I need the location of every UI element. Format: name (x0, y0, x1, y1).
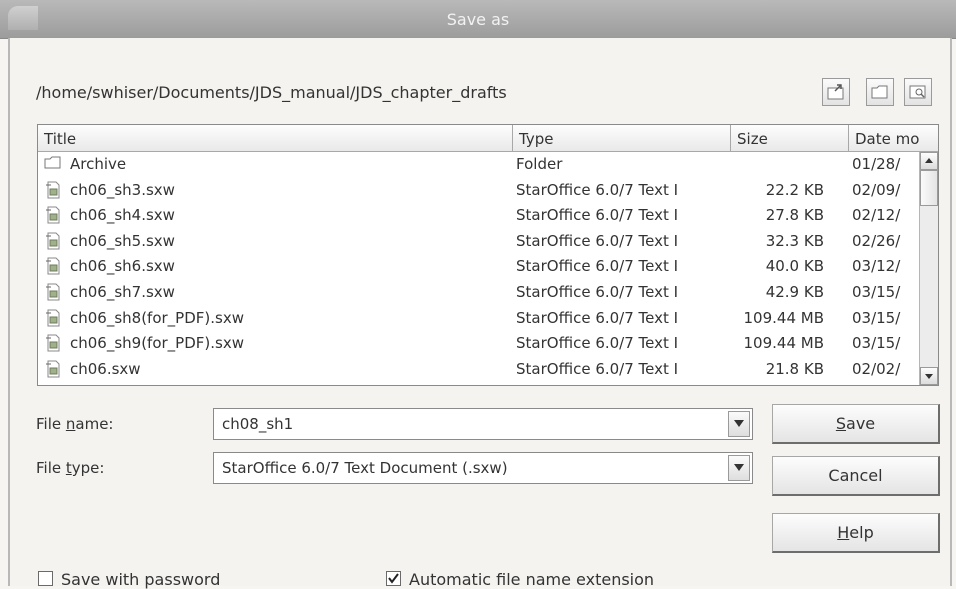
file-size: 40.0 KB (765, 257, 824, 276)
file-name: ch06_sh4.sxw (70, 206, 175, 225)
text-document-icon (46, 360, 60, 378)
file-size: 109.44 MB (743, 334, 825, 353)
file-size: 22.2 KB (765, 180, 824, 199)
file-row[interactable]: ch06_sh4.sxw StarOffice 6.0/7 Text I 27.8 … (38, 204, 918, 225)
text-document-icon (46, 257, 60, 275)
file-date: 03/15/ (852, 308, 901, 327)
scroll-thumb[interactable] (920, 170, 938, 206)
chevron-down-icon (734, 420, 744, 427)
file-date: 03/12/ (852, 257, 901, 276)
file-size: 42.9 KB (765, 283, 824, 301)
save-with-password-checkbox[interactable]: Save with password (38, 570, 220, 589)
file-type-value: StarOffice 6.0/7 Text Document (.sxw) (222, 459, 508, 477)
file-name: Archive (70, 155, 127, 173)
file-name: ch06.sxw (70, 359, 141, 378)
file-type: StarOffice 6.0/7 Text I (516, 206, 679, 225)
file-name: ch06_sh5.sxw (70, 231, 175, 250)
text-document-icon (46, 334, 60, 352)
file-name-label: File name: (36, 415, 114, 433)
save-button[interactable]: Save (772, 404, 940, 444)
file-size: 21.8 KB (765, 359, 824, 378)
file-type: StarOffice 6.0/7 Text I (516, 231, 679, 250)
text-document-icon (46, 232, 60, 250)
title-bar: Save as (0, 0, 956, 39)
scroll-up-button[interactable] (920, 152, 938, 170)
file-name-input[interactable]: ch08_sh1 (222, 415, 293, 433)
text-document-icon (46, 309, 60, 327)
file-row[interactable]: ch06.sxw StarOffice 6.0/7 Text I 21.8 KB 02… (38, 358, 918, 379)
up-one-level-button[interactable] (822, 78, 850, 106)
file-date: 03/15/ (852, 283, 901, 301)
file-date: 02/09/ (852, 180, 901, 199)
file-row[interactable]: Archive Folder 01/28/ (38, 153, 918, 174)
help-button[interactable]: Help (772, 513, 940, 553)
file-date: 01/28/ (852, 155, 901, 173)
text-document-icon (46, 206, 60, 224)
file-type: StarOffice 6.0/7 Text I (516, 283, 679, 301)
new-folder-icon (871, 85, 888, 99)
checkbox-box[interactable] (386, 571, 401, 586)
scroll-down-button[interactable] (920, 367, 938, 385)
file-type: StarOffice 6.0/7 Text I (516, 308, 679, 327)
file-type: StarOffice 6.0/7 Text I (516, 334, 679, 353)
default-folder-icon (909, 85, 926, 99)
column-header-date[interactable]: Date mo (849, 125, 938, 152)
file-date: 02/02/ (852, 359, 901, 378)
new-folder-button[interactable] (866, 78, 894, 106)
file-name: ch06_sh7.sxw (70, 283, 175, 301)
file-type-dropdown-button[interactable] (728, 455, 750, 481)
file-size: 109.44 MB (743, 308, 825, 327)
file-size: 27.8 KB (765, 206, 824, 225)
file-name-dropdown-button[interactable] (728, 411, 750, 437)
file-date: 02/12/ (852, 206, 901, 225)
column-header-type[interactable]: Type (513, 125, 731, 152)
file-row[interactable]: ch06_sh7.sxw StarOffice 6.0/7 Text I 42.9 … (38, 281, 918, 302)
column-header-title[interactable]: Title (38, 125, 513, 152)
arrow-down-icon (925, 374, 933, 379)
file-name: ch06_sh9(for_PDF).sxw (70, 334, 244, 353)
file-type: StarOffice 6.0/7 Text I (516, 359, 679, 378)
checkbox-box[interactable] (38, 571, 53, 586)
vertical-scrollbar[interactable] (919, 152, 938, 385)
arrow-up-icon (925, 158, 933, 163)
cancel-button[interactable]: Cancel (772, 456, 940, 496)
auto-extension-checkbox[interactable]: Automatic file name extension (386, 570, 654, 589)
file-type-select[interactable]: StarOffice 6.0/7 Text Document (.sxw) (213, 452, 753, 484)
folder-icon (44, 156, 61, 169)
file-date: 03/15/ (852, 334, 901, 353)
file-size: 32.3 KB (765, 231, 824, 250)
file-name-combo[interactable]: ch08_sh1 (213, 408, 753, 440)
file-name: ch06_sh8(for_PDF).sxw (70, 308, 244, 327)
file-row[interactable]: ch06_sh3.sxw StarOffice 6.0/7 Text I 22.2 … (38, 179, 918, 200)
file-name: ch06_sh3.sxw (70, 180, 175, 199)
file-type: Folder (516, 155, 563, 173)
file-type: StarOffice 6.0/7 Text I (516, 180, 679, 199)
file-type: StarOffice 6.0/7 Text I (516, 257, 679, 276)
file-row[interactable]: ch06_sh6.sxw StarOffice 6.0/7 Text I 40.0 … (38, 255, 918, 276)
file-row[interactable]: ch06_sh9(for_PDF).sxw StarOffice 6.0/7 Te… (38, 332, 918, 353)
default-directory-button[interactable] (904, 78, 932, 106)
file-list[interactable]: Title Type Size Date mo Archive Folder 01/… (37, 124, 939, 386)
file-date: 02/26/ (852, 231, 901, 250)
text-document-icon (46, 181, 60, 199)
column-header-size[interactable]: Size (731, 125, 849, 152)
text-document-icon (46, 283, 60, 301)
file-name: ch06_sh6.sxw (70, 257, 175, 276)
window-title: Save as (446, 10, 510, 29)
file-type-label: File type: (36, 459, 105, 477)
current-path: /home/swhiser/Documents/JDS_manual/JDS_c… (36, 83, 507, 102)
chevron-down-icon (734, 464, 744, 471)
file-row[interactable]: ch06_sh8(for_PDF).sxw StarOffice 6.0/7 Te… (38, 307, 918, 328)
checkmark-icon (388, 573, 399, 584)
up-folder-icon (827, 84, 844, 100)
file-row[interactable]: ch06_sh5.sxw StarOffice 6.0/7 Text I 32.3 … (38, 230, 918, 251)
